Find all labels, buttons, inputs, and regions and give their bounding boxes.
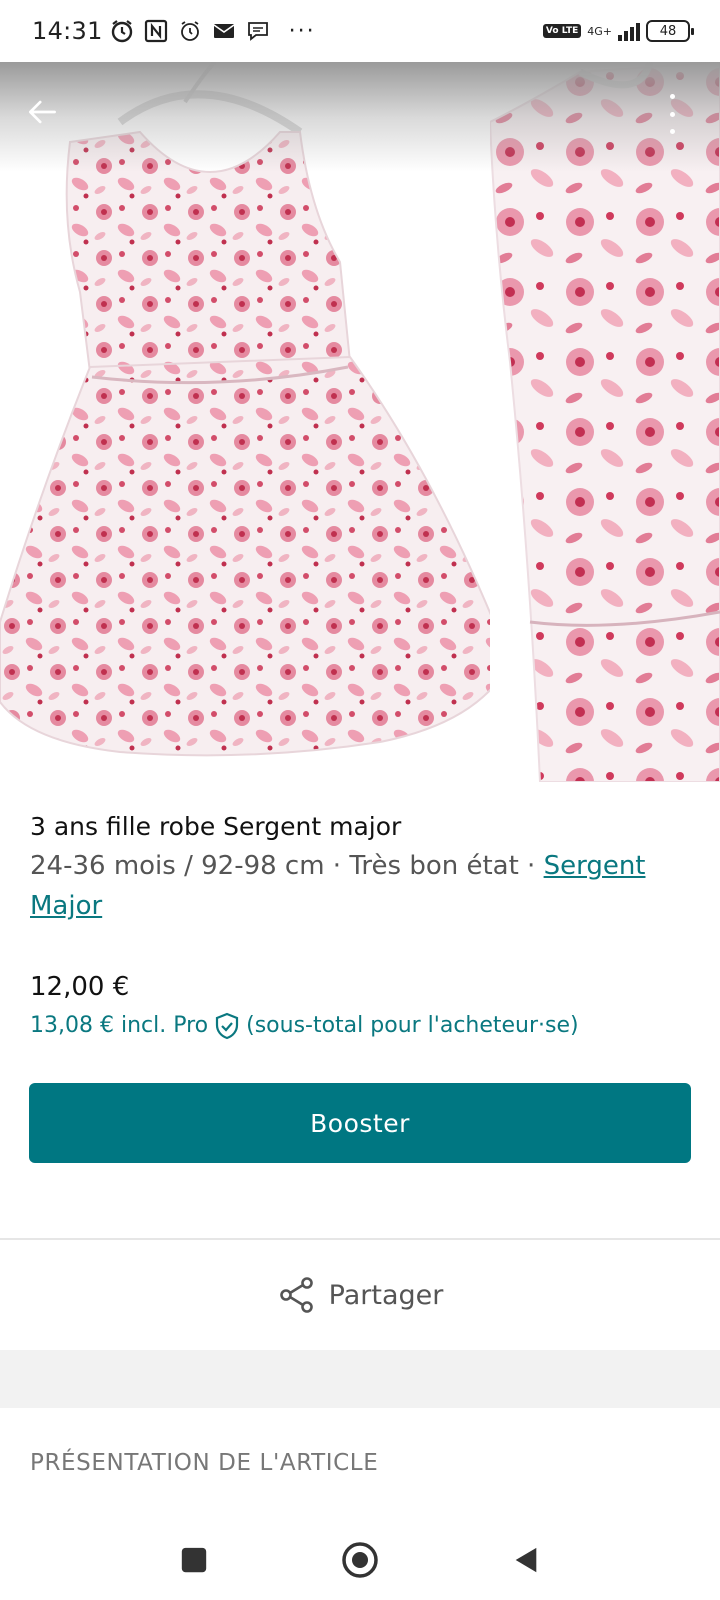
section-separator	[0, 1350, 720, 1408]
back-nav-button[interactable]	[502, 1536, 550, 1584]
item-title: 3 ans fille robe Sergent major	[30, 812, 402, 841]
home-circle-icon	[342, 1542, 378, 1578]
buyer-price-value: 13,08 € incl. Pro	[30, 1013, 209, 1038]
item-meta: 24-36 mois / 92-98 cm · Très bon état · …	[30, 846, 690, 926]
alarm-icon	[109, 18, 135, 44]
network-type: 4G+	[587, 24, 612, 38]
gallery-top-shade	[0, 62, 720, 172]
more-vertical-icon	[669, 94, 675, 99]
booster-button[interactable]: Booster	[29, 1083, 691, 1163]
presentation-section-title: PRÉSENTATION DE L'ARTICLE	[30, 1450, 379, 1476]
shield-check-icon	[216, 1012, 239, 1040]
buyer-price[interactable]: 13,08 € incl. Pro (sous-total pour l'ach…	[30, 1010, 690, 1042]
status-icons-left: ···	[109, 18, 316, 44]
item-size-condition: 24-36 mois / 92-98 cm · Très bon état ·	[30, 851, 544, 881]
item-details: 3 ans fille robe Sergent major 24-36 moi…	[30, 810, 690, 1042]
photo-gallery[interactable]	[0, 62, 720, 782]
system-nav-bar	[0, 1520, 720, 1600]
more-notifications-icon: ···	[288, 18, 316, 44]
back-button[interactable]	[22, 92, 62, 132]
chat-icon	[245, 18, 271, 44]
back-triangle-icon	[515, 1547, 537, 1573]
home-button[interactable]	[336, 1536, 384, 1584]
recent-apps-button[interactable]	[170, 1536, 218, 1584]
buyer-price-note: (sous-total pour l'acheteur·se)	[246, 1013, 579, 1038]
mail-icon	[211, 18, 237, 44]
more-options-button[interactable]	[664, 94, 680, 134]
arrow-left-icon	[28, 100, 56, 124]
share-label: Partager	[328, 1279, 444, 1311]
share-button[interactable]: Partager	[0, 1240, 720, 1350]
share-icon	[279, 1277, 313, 1313]
battery-icon: 48	[646, 20, 694, 42]
nfc-icon	[143, 18, 169, 44]
square-icon	[181, 1547, 207, 1573]
signal-icon	[618, 21, 640, 41]
volte-badge: Vo LTE	[542, 24, 582, 38]
status-icons-right: Vo LTE 4G+ 48	[542, 20, 694, 42]
status-time: 14:31	[32, 17, 103, 45]
item-price: 12,00 €	[30, 972, 130, 1002]
status-bar: 14:31 ··· Vo LTE 4G+ 48	[0, 0, 720, 62]
alarm-icon	[177, 18, 203, 44]
